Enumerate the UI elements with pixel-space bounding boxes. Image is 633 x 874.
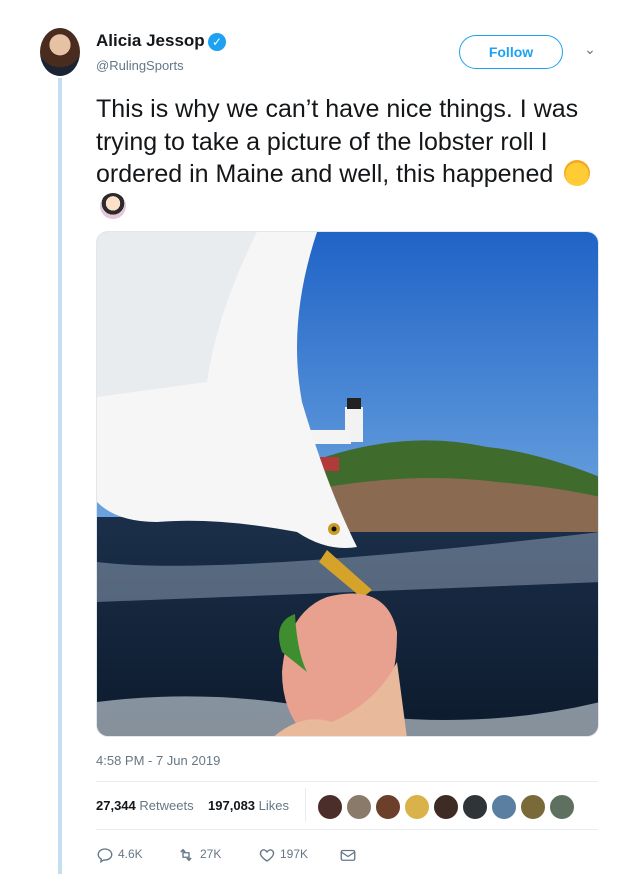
reply-button[interactable]: 4.6K	[96, 843, 143, 865]
chevron-down-icon[interactable]: ⌄	[582, 41, 598, 57]
liker-avatar[interactable]	[462, 794, 488, 820]
tweet-photo[interactable]	[96, 231, 599, 737]
tweet-body: This is why we can’t have nice things. I…	[96, 95, 579, 188]
reply-icon	[97, 848, 113, 863]
liker-avatar[interactable]	[491, 794, 517, 820]
liker-avatar[interactable]	[404, 794, 430, 820]
divider	[96, 829, 598, 830]
liker-avatar[interactable]	[317, 794, 343, 820]
envelope-icon	[340, 849, 356, 861]
retweets-label[interactable]: Retweets	[139, 798, 193, 813]
face-with-tears-of-joy-emoji	[564, 160, 591, 186]
tweet-actions: 4.6K 27K 197K	[96, 843, 396, 865]
reply-count: 4.6K	[118, 847, 143, 861]
heart-icon	[259, 849, 275, 862]
direct-message-button[interactable]	[339, 843, 361, 865]
liker-avatar[interactable]	[520, 794, 546, 820]
author-name[interactable]: Alicia Jessop	[96, 31, 205, 51]
avatar[interactable]	[40, 28, 80, 76]
tweet-text: This is why we can’t have nice things. I…	[96, 93, 608, 223]
retweet-icon	[180, 848, 192, 862]
engagement-stats: 27,344 Retweets 197,083 Likes	[96, 798, 289, 813]
retweet-count: 27K	[200, 847, 222, 861]
stats-divider	[305, 788, 306, 822]
divider	[96, 781, 598, 782]
verified-badge-icon: ✓	[208, 33, 226, 51]
likes-count[interactable]: 197,083	[208, 798, 255, 813]
photo-illustration	[97, 232, 598, 736]
retweets-count[interactable]: 27,344	[96, 798, 136, 813]
retweet-button[interactable]: 27K	[176, 843, 221, 865]
like-button[interactable]: 197K	[258, 843, 308, 865]
tweet-timestamp[interactable]: 4:58 PM - 7 Jun 2019	[96, 753, 220, 768]
woman-facepalming-emoji	[100, 192, 126, 219]
liker-avatar[interactable]	[346, 794, 372, 820]
follow-button[interactable]: Follow	[459, 35, 563, 69]
liker-avatar[interactable]	[549, 794, 575, 820]
liker-avatar[interactable]	[433, 794, 459, 820]
liker-avatar[interactable]	[375, 794, 401, 820]
like-count: 197K	[280, 847, 309, 861]
likes-label[interactable]: Likes	[259, 798, 289, 813]
thread-line	[58, 78, 62, 874]
author-handle[interactable]: @RulingSports	[96, 58, 184, 73]
